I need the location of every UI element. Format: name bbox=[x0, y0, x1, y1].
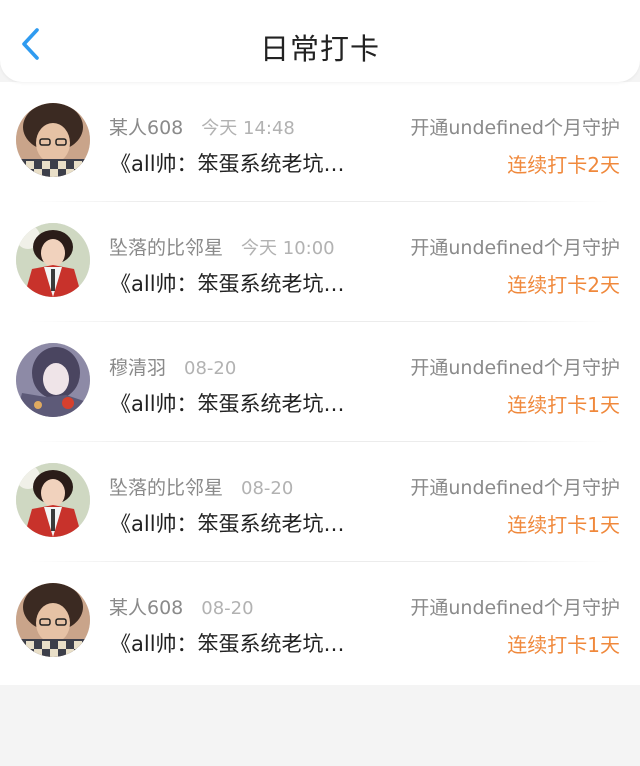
user-name[interactable]: 某人608 08-20 bbox=[109, 593, 254, 620]
avatar[interactable] bbox=[16, 223, 90, 297]
list-item[interactable]: 某人608 08-20 开通undefined个月守护 《all帅：笨蛋系统老坑…… bbox=[0, 562, 640, 682]
book-title[interactable]: 《all帅：笨蛋系统老坑… bbox=[110, 628, 345, 658]
timestamp: 08-20 bbox=[201, 598, 254, 619]
user-name[interactable]: 坠落的比邻星 08-20 bbox=[109, 473, 293, 500]
user-name[interactable]: 某人608 今天 14:48 bbox=[109, 113, 295, 140]
streak-count: 连续打卡1天 bbox=[507, 393, 620, 417]
header-bar: 日常打卡 bbox=[0, 0, 640, 82]
timestamp: 今天 10:00 bbox=[241, 238, 335, 259]
list-item[interactable]: 坠落的比邻星 今天 10:00 开通undefined个月守护 《all帅：笨蛋系… bbox=[0, 202, 640, 322]
guard-text: 开通undefined个月守护 bbox=[410, 597, 620, 619]
guard-text: 开通undefined个月守护 bbox=[410, 477, 620, 499]
book-title[interactable]: 《all帅：笨蛋系统老坑… bbox=[110, 508, 345, 538]
list-item[interactable]: 穆清羽 08-20 开通undefined个月守护 《all帅：笨蛋系统老坑… 连… bbox=[0, 322, 640, 442]
timestamp: 今天 14:48 bbox=[201, 118, 295, 139]
avatar[interactable] bbox=[16, 583, 90, 657]
user-name[interactable]: 穆清羽 08-20 bbox=[109, 353, 236, 380]
timestamp: 08-20 bbox=[184, 358, 237, 379]
page-title: 日常打卡 bbox=[259, 32, 380, 66]
book-title[interactable]: 《all帅：笨蛋系统老坑… bbox=[110, 388, 345, 418]
streak-count: 连续打卡1天 bbox=[507, 633, 620, 657]
list-item[interactable]: 坠落的比邻星 08-20 开通undefined个月守护 《all帅：笨蛋系统老坑… bbox=[0, 442, 640, 562]
timestamp: 08-20 bbox=[241, 478, 294, 499]
streak-count: 连续打卡2天 bbox=[507, 273, 620, 297]
book-title[interactable]: 《all帅：笨蛋系统老坑… bbox=[110, 148, 345, 178]
streak-count: 连续打卡2天 bbox=[507, 153, 620, 177]
guard-text: 开通undefined个月守护 bbox=[410, 237, 620, 259]
guard-text: 开通undefined个月守护 bbox=[410, 117, 620, 139]
book-title[interactable]: 《all帅：笨蛋系统老坑… bbox=[110, 268, 345, 298]
streak-count: 连续打卡1天 bbox=[507, 513, 620, 537]
guard-text: 开通undefined个月守护 bbox=[410, 357, 620, 379]
avatar[interactable] bbox=[16, 103, 90, 177]
user-name[interactable]: 坠落的比邻星 今天 10:00 bbox=[109, 233, 335, 260]
avatar[interactable] bbox=[16, 463, 90, 537]
checkin-list: 某人608 今天 14:48 开通undefined个月守护 《all帅：笨蛋系统… bbox=[0, 82, 640, 685]
list-item[interactable]: 某人608 今天 14:48 开通undefined个月守护 《all帅：笨蛋系统… bbox=[0, 82, 640, 202]
avatar[interactable] bbox=[16, 343, 90, 417]
